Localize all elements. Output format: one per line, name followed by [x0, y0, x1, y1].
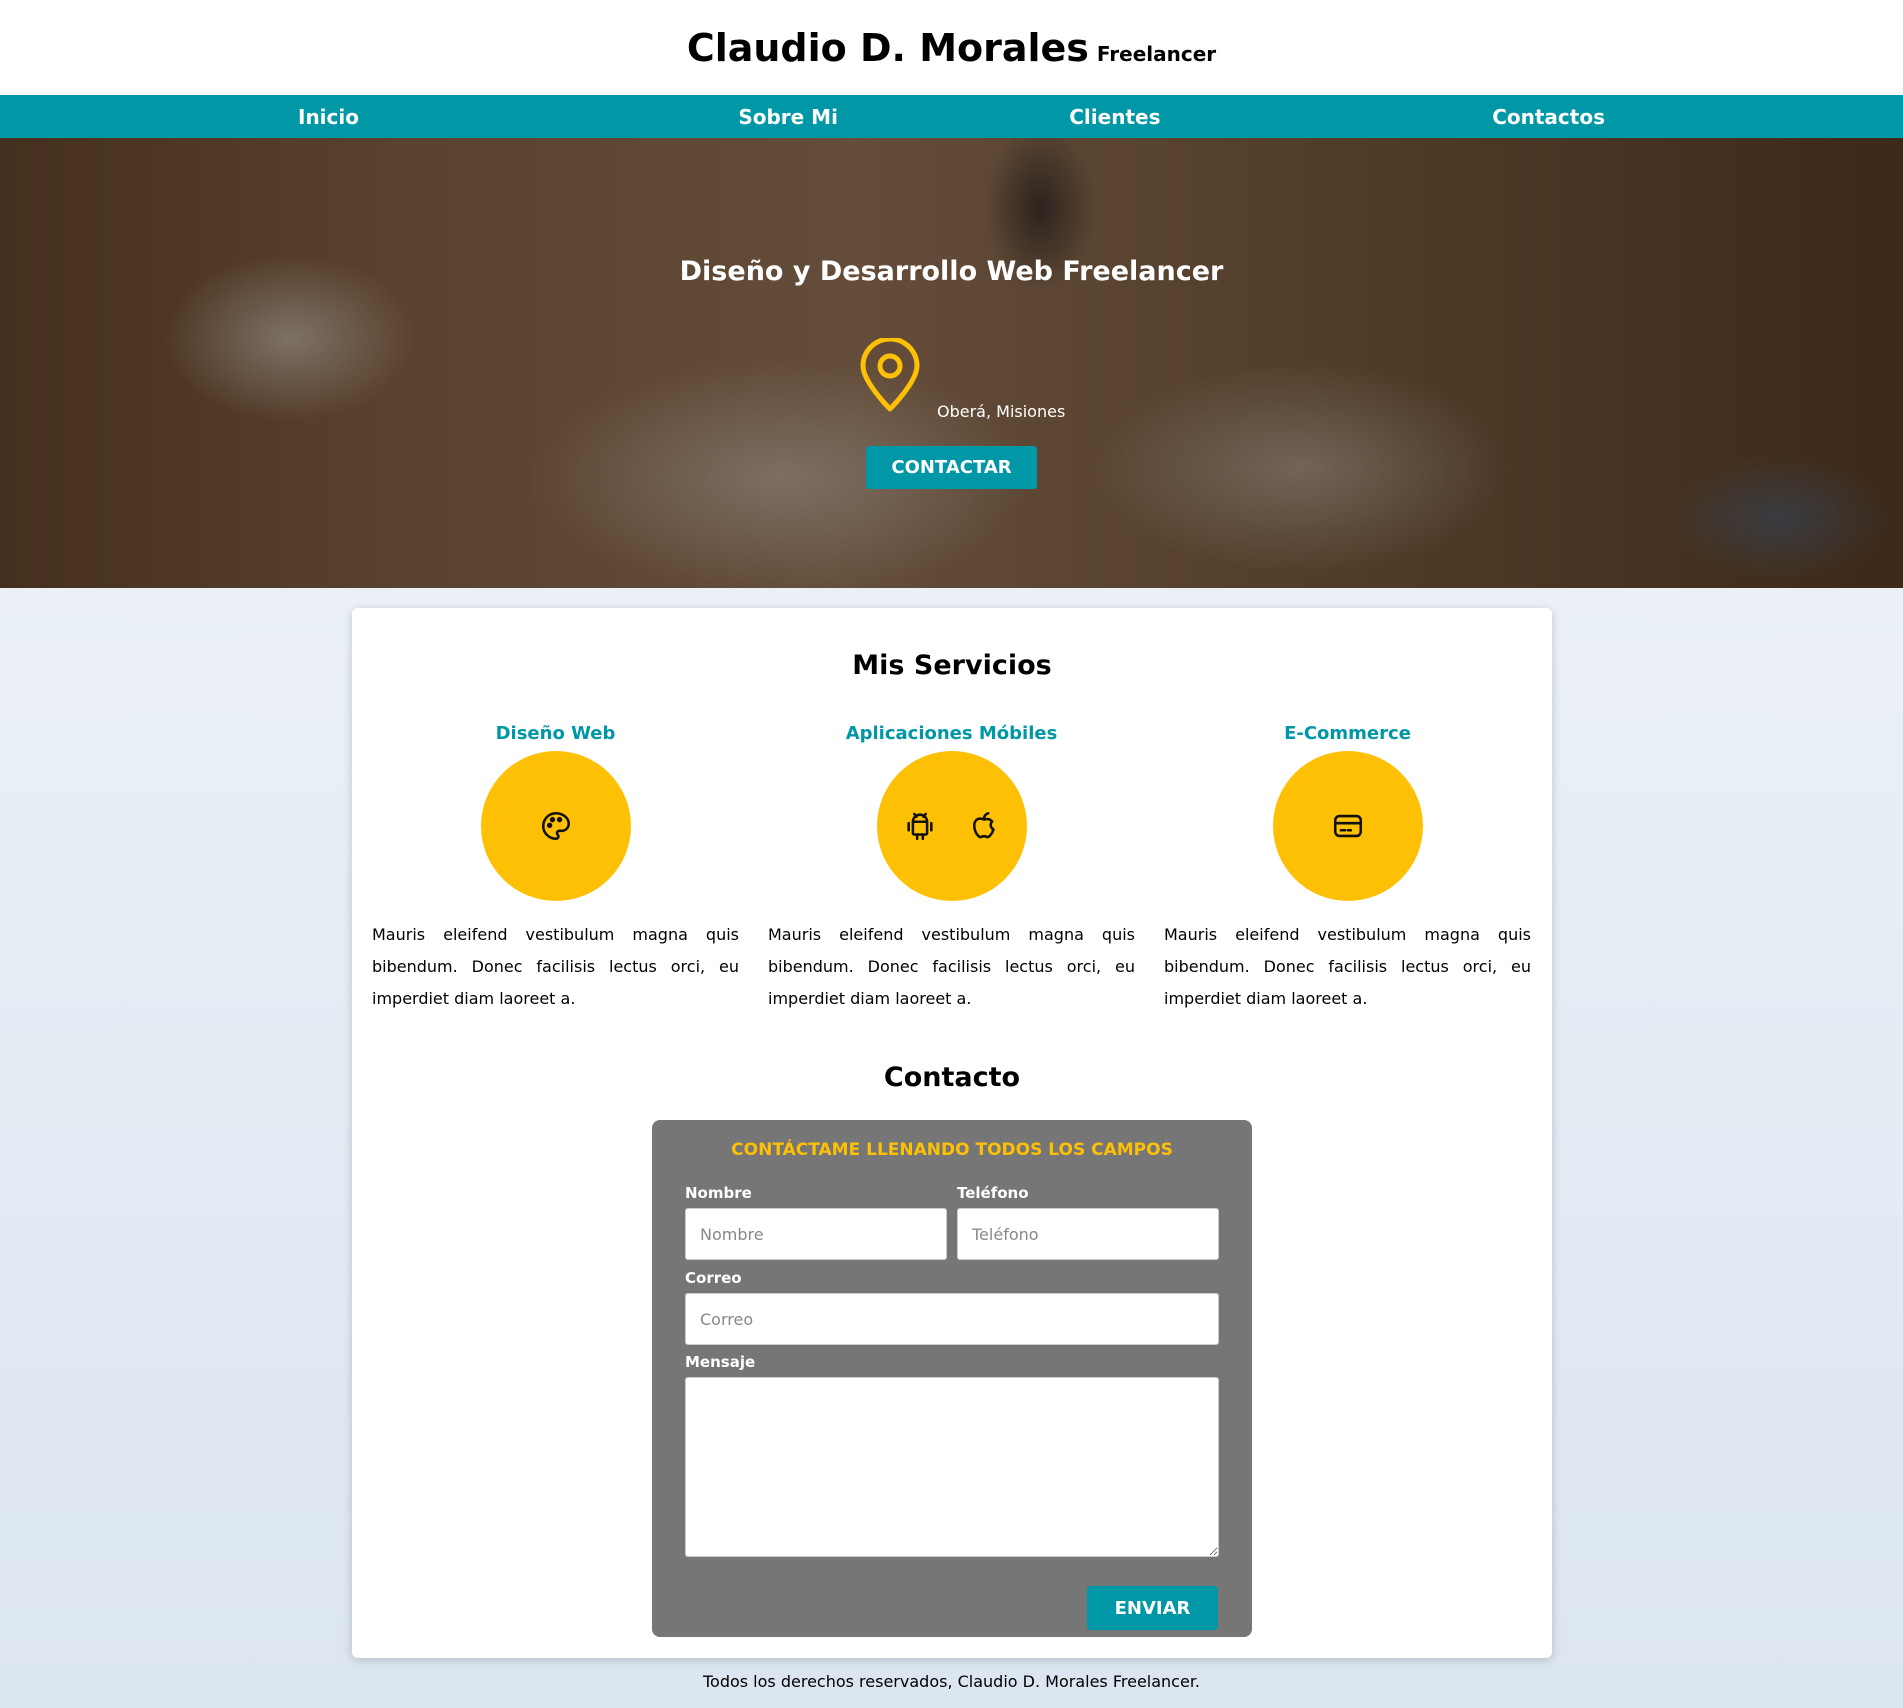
contact-title: Contacto	[883, 1062, 1021, 1093]
contact-form: CONTÁCTAME LLENANDO TODOS LOS CAMPOS Nom…	[652, 1120, 1252, 1637]
phone-input[interactable]	[957, 1208, 1219, 1260]
service-title: Aplicaciones Móbiles	[845, 723, 1058, 744]
site-name: Claudio D. Morales	[686, 25, 1089, 70]
service-icon-circle	[876, 751, 1027, 901]
site-tagline: Freelancer	[1096, 41, 1217, 66]
name-input[interactable]	[685, 1208, 947, 1260]
palette-icon	[541, 811, 570, 841]
site-header: Claudio D. Morales Freelancer	[0, 0, 1903, 95]
footer: Todos los derechos reservados, Claudio D…	[702, 1672, 1201, 1691]
service-description: Mauris eleifend vestibulum magna quis bi…	[768, 925, 1135, 1008]
main-nav: Inicio Sobre Mi Clientes Contactos	[0, 95, 1903, 138]
enviar-button[interactable]: ENVIAR	[1087, 1586, 1218, 1630]
nav-item-contactos[interactable]: Contactos	[1278, 105, 1605, 129]
nav-item-inicio[interactable]: Inicio	[298, 105, 625, 129]
credit-card-icon	[1333, 814, 1362, 838]
nav-item-clientes[interactable]: Clientes	[952, 105, 1279, 129]
service-title: Diseño Web	[495, 723, 616, 744]
android-icon	[906, 812, 933, 841]
hero-banner: Diseño y Desarrollo Web Freelancer Oberá…	[0, 138, 1903, 588]
content-card: Mis Servicios Diseño Web Mauris eleifend…	[352, 608, 1552, 1658]
services-title: Mis Servicios	[852, 650, 1052, 681]
service-description: Mauris eleifend vestibulum magna quis bi…	[1164, 925, 1531, 1008]
hero-location: Oberá, Misiones	[937, 402, 1066, 421]
contactar-button[interactable]: CONTACTAR	[866, 446, 1037, 489]
site-title: Claudio D. Morales Freelancer	[687, 26, 1216, 70]
email-label: Correo	[685, 1269, 742, 1287]
service-icon-circle	[1272, 751, 1423, 901]
service-icon-circle	[480, 751, 631, 901]
message-label: Mensaje	[685, 1353, 756, 1371]
service-item: E-Commerce Mauris eleifend vestibulum ma…	[1164, 723, 1531, 1015]
email-input[interactable]	[685, 1293, 1219, 1345]
apple-icon	[972, 811, 995, 839]
nav-item-sobre-mi[interactable]: Sobre Mi	[625, 105, 952, 129]
service-description: Mauris eleifend vestibulum magna quis bi…	[372, 925, 739, 1008]
service-item: Aplicaciones Móbiles Mauris eleifend ves…	[768, 723, 1135, 1015]
message-textarea[interactable]	[685, 1377, 1219, 1557]
name-label: Nombre	[685, 1184, 752, 1202]
phone-label: Teléfono	[957, 1184, 1029, 1202]
service-title: E-Commerce	[1284, 723, 1411, 744]
service-item: Diseño Web Mauris eleifend vestibulum ma…	[372, 723, 739, 1015]
hero-title: Diseño y Desarrollo Web Freelancer	[679, 256, 1224, 287]
map-pin-icon	[860, 338, 920, 412]
form-heading: CONTÁCTAME LLENANDO TODOS LOS CAMPOS	[731, 1140, 1173, 1160]
